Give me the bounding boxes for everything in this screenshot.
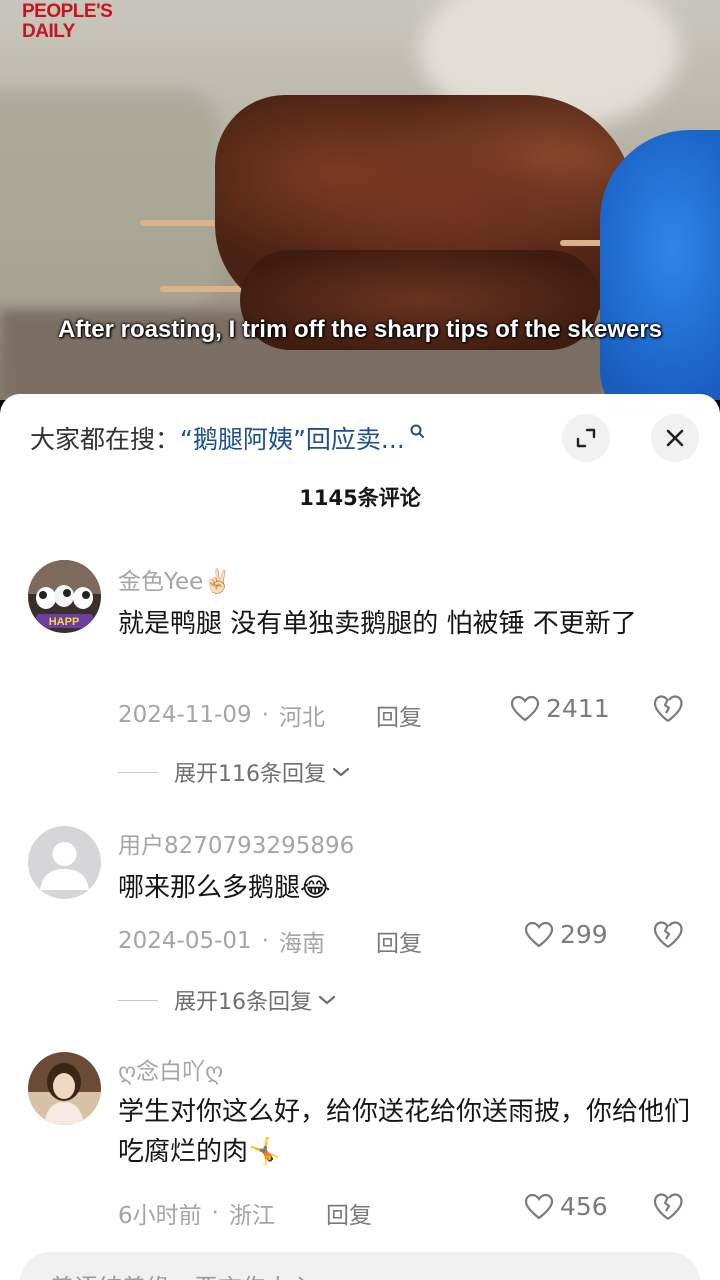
comment-location: 海南 bbox=[278, 931, 325, 957]
peoples-daily-logo: PEOPLE'S DAILY bbox=[22, 1, 113, 42]
comment-location: 浙江 bbox=[228, 1203, 275, 1229]
comment-date: 2024-05-01 bbox=[118, 928, 252, 954]
comment-count-title: 1145条评论 bbox=[299, 486, 421, 510]
heart-icon bbox=[510, 695, 540, 721]
comment-meta: 2024-05-01 · 海南 bbox=[118, 924, 325, 958]
blue-glove bbox=[600, 130, 720, 400]
close-button[interactable] bbox=[651, 414, 699, 462]
broken-heart-icon bbox=[653, 1193, 683, 1220]
like-button[interactable]: 456 bbox=[524, 1192, 608, 1221]
expand-replies-label: 展开16条回复 bbox=[174, 990, 312, 1015]
trending-search-bar[interactable]: 大家都在搜： “鹅腿阿姨”回应卖... bbox=[30, 416, 425, 460]
comment-meta: 2024-11-09 · 河北 bbox=[118, 698, 325, 732]
comment-username[interactable]: 用户8270793295896 bbox=[118, 826, 354, 860]
video-player[interactable]: PEOPLE'S DAILY After roasting, I trim of… bbox=[0, 0, 720, 400]
comment-username[interactable]: 金色Yee✌🏻 bbox=[118, 562, 232, 596]
comment-username[interactable]: ღ念白吖ღ bbox=[118, 1052, 223, 1086]
reply-button[interactable]: 回复 bbox=[326, 1196, 372, 1230]
meta-separator: · bbox=[211, 1200, 219, 1226]
dislike-button[interactable] bbox=[652, 694, 684, 728]
comment-input[interactable]: 善语结善缘，恶言伤人心 bbox=[20, 1252, 700, 1280]
expand-replies[interactable]: 展开116条回复 bbox=[118, 756, 350, 788]
reply-button[interactable]: 回复 bbox=[376, 698, 422, 732]
expand-replies-label: 展开116条回复 bbox=[174, 762, 326, 787]
comment-sheet: 大家都在搜： “鹅腿阿姨”回应卖... 1145条评论 HAPP 金色Yee✌🏻… bbox=[0, 394, 720, 1280]
comment-input-placeholder: 善语结善缘，恶言伤人心 bbox=[50, 1268, 314, 1280]
dislike-button[interactable] bbox=[652, 920, 684, 954]
comment-date: 2024-11-09 bbox=[118, 702, 252, 728]
heart-icon bbox=[524, 1193, 554, 1219]
comment-meta: 6小时前 · 浙江 bbox=[118, 1196, 275, 1230]
comment-text: 就是鸭腿 没有单独卖鹅腿的 怕被锤 不更新了 bbox=[118, 609, 637, 639]
broken-heart-icon bbox=[653, 695, 683, 722]
search-icon[interactable] bbox=[409, 423, 425, 439]
svg-text:HAPP: HAPP bbox=[49, 616, 80, 628]
broken-heart-icon bbox=[653, 921, 683, 948]
expand-replies[interactable]: 展开16条回复 bbox=[118, 984, 336, 1016]
divider bbox=[118, 771, 158, 773]
video-background bbox=[0, 90, 220, 310]
heart-icon bbox=[524, 921, 554, 947]
close-icon bbox=[666, 429, 684, 447]
comment-date: 6小时前 bbox=[118, 1203, 202, 1229]
fullscreen-button[interactable] bbox=[562, 414, 610, 462]
dislike-button[interactable] bbox=[652, 1192, 684, 1226]
reply-button[interactable]: 回复 bbox=[376, 924, 422, 958]
chevron-down-icon bbox=[318, 995, 336, 1005]
avatar[interactable]: HAPP bbox=[28, 560, 101, 633]
avatar[interactable] bbox=[28, 1052, 101, 1125]
trending-search-link[interactable]: “鹅腿阿姨”回应卖... bbox=[180, 420, 405, 456]
video-subtitle: After roasting, I trim off the sharp tip… bbox=[57, 316, 663, 343]
like-count: 2411 bbox=[546, 694, 610, 723]
meta-separator: · bbox=[261, 702, 269, 728]
default-avatar-icon bbox=[28, 826, 101, 899]
chevron-down-icon bbox=[332, 767, 350, 777]
expand-icon bbox=[576, 428, 596, 448]
like-count: 299 bbox=[560, 920, 608, 949]
meta-separator: · bbox=[261, 928, 269, 954]
like-count: 456 bbox=[560, 1192, 608, 1221]
like-button[interactable]: 2411 bbox=[510, 694, 610, 723]
trending-search-prefix: 大家都在搜： bbox=[30, 425, 181, 454]
comment-text: 学生对你这么好，给你送花给你送雨披，你给他们吃腐烂的肉🤸 bbox=[118, 1097, 691, 1167]
comment-location: 河北 bbox=[278, 705, 325, 731]
like-button[interactable]: 299 bbox=[524, 920, 608, 949]
divider bbox=[118, 999, 158, 1001]
comment-text: 哪来那么多鹅腿😂 bbox=[118, 873, 331, 903]
avatar[interactable] bbox=[28, 826, 101, 899]
